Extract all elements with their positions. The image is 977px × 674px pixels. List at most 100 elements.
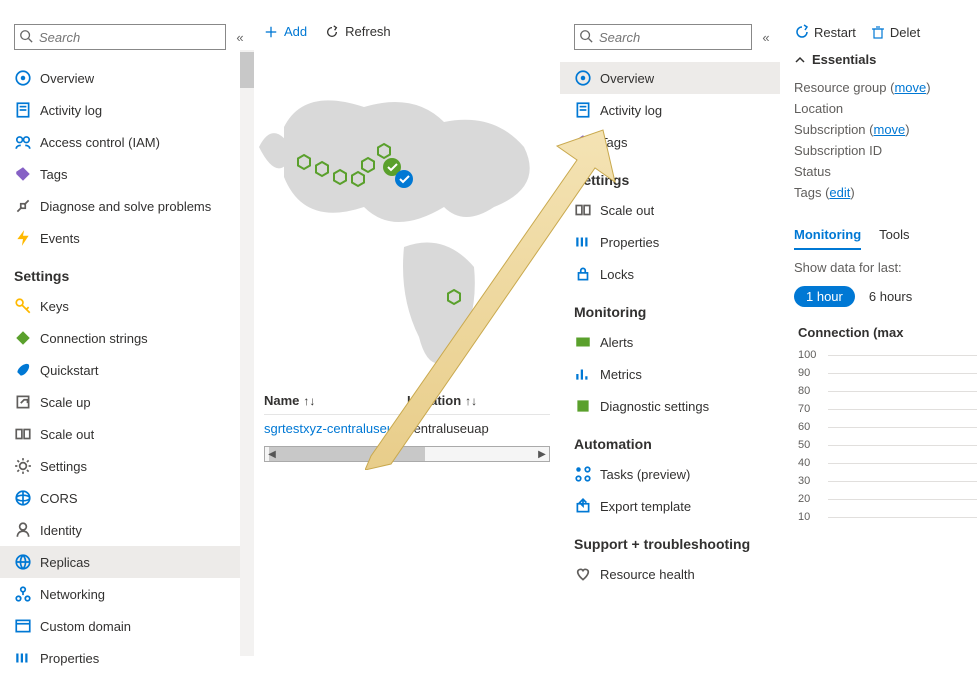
key-icon xyxy=(14,297,32,315)
essentials-row: Subscription (move) xyxy=(790,119,977,140)
y-tick-label: 10 xyxy=(798,511,810,523)
activity-icon xyxy=(14,101,32,119)
column-location[interactable]: Location↑↓ xyxy=(407,393,550,408)
properties-icon xyxy=(14,649,32,667)
sidebar-item-label: Diagnostic settings xyxy=(600,399,709,414)
time-range-option[interactable]: 1 hour xyxy=(794,286,855,307)
sidebar-item-activity[interactable]: Activity log xyxy=(0,94,254,126)
sidebar-item-events[interactable]: Events xyxy=(0,222,254,254)
location-cell: centraluseuap xyxy=(407,421,550,436)
time-range-option[interactable]: 6 hours xyxy=(869,289,912,304)
collapse-left-icon[interactable]: « xyxy=(756,30,776,45)
delete-button[interactable]: Delet xyxy=(870,24,920,40)
sidebar-item-label: Tags xyxy=(600,135,627,150)
sidebar-item-alerts[interactable]: Alerts xyxy=(560,326,780,358)
sidebar-item-diagnose[interactable]: Diagnose and solve problems xyxy=(0,190,254,222)
sidebar-item-overview[interactable]: Overview xyxy=(560,62,780,94)
sidebar-item-overview[interactable]: Overview xyxy=(0,62,254,94)
search-box[interactable] xyxy=(574,24,752,50)
tasks-icon xyxy=(574,465,592,483)
search-input[interactable] xyxy=(581,30,745,45)
sidebar-item-label: Overview xyxy=(40,71,94,86)
section-header: Support + troubleshooting xyxy=(560,522,780,558)
essentials-link[interactable]: move xyxy=(894,80,926,95)
trash-icon xyxy=(870,24,886,40)
sidebar-item-properties[interactable]: Properties xyxy=(560,226,780,258)
iam-icon xyxy=(14,133,32,151)
heart-icon xyxy=(574,565,592,583)
events-icon xyxy=(14,229,32,247)
column-name[interactable]: Name↑↓ xyxy=(264,393,407,408)
sidebar-item-tags[interactable]: Tags xyxy=(560,126,780,158)
sidebar-item-scaleout[interactable]: Scale out xyxy=(560,194,780,226)
section-header: Settings xyxy=(560,158,780,194)
sidebar-item-diagset[interactable]: Diagnostic settings xyxy=(560,390,780,422)
connection-chart: 100908070605040302010 xyxy=(790,350,977,550)
collapse-left-icon[interactable]: « xyxy=(230,30,250,45)
sidebar-item-quickstart[interactable]: Quickstart xyxy=(0,354,254,386)
essentials-link[interactable]: edit xyxy=(829,185,850,200)
search-input[interactable] xyxy=(21,30,219,45)
sidebar-item-label: Identity xyxy=(40,523,82,538)
sidebar-item-label: Settings xyxy=(40,459,87,474)
add-button[interactable]: Add xyxy=(264,24,307,39)
gridline xyxy=(828,391,977,392)
table-row[interactable]: sgrtestxyz-centraluseu…centraluseuap xyxy=(264,414,550,442)
search-box[interactable] xyxy=(14,24,226,50)
y-tick-label: 50 xyxy=(798,439,810,451)
sidebar-item-heart[interactable]: Resource health xyxy=(560,558,780,590)
sidebar-item-locks[interactable]: Locks xyxy=(560,258,780,290)
essentials-row: Location xyxy=(790,98,977,119)
replica-link[interactable]: sgrtestxyz-centraluseu… xyxy=(264,421,407,436)
sidebar-item-connstr[interactable]: Connection strings xyxy=(0,322,254,354)
sidebar-item-scaleout[interactable]: Scale out xyxy=(0,418,254,450)
sidebar-item-customdomain[interactable]: Custom domain xyxy=(0,610,254,642)
sidebar-item-metrics[interactable]: Metrics xyxy=(560,358,780,390)
section-header: Settings xyxy=(0,254,254,290)
scaleout-icon xyxy=(574,201,592,219)
sidebar-item-label: Scale out xyxy=(40,427,94,442)
settings-icon xyxy=(14,457,32,475)
search-icon xyxy=(19,29,33,43)
properties-icon xyxy=(574,233,592,251)
sidebar-item-label: Metrics xyxy=(600,367,642,382)
sidebar-item-label: Diagnose and solve problems xyxy=(40,199,211,214)
diagset-icon xyxy=(574,397,592,415)
sidebar-item-key[interactable]: Keys xyxy=(0,290,254,322)
essentials-row: Tags (edit) xyxy=(790,182,977,203)
essentials-row: Status xyxy=(790,161,977,182)
sidebar-item-tasks[interactable]: Tasks (preview) xyxy=(560,458,780,490)
essentials-link[interactable]: move xyxy=(873,122,905,137)
sidebar-item-cors[interactable]: CORS xyxy=(0,482,254,514)
sidebar-item-label: Scale out xyxy=(600,203,654,218)
sidebar-item-activity[interactable]: Activity log xyxy=(560,94,780,126)
restart-button[interactable]: Restart xyxy=(794,24,856,40)
y-tick-label: 60 xyxy=(798,421,810,433)
sidebar-item-properties[interactable]: Properties xyxy=(0,642,254,674)
sidebar-item-tags[interactable]: Tags xyxy=(0,158,254,190)
sidebar-item-label: Export template xyxy=(600,499,691,514)
sort-icon: ↑↓ xyxy=(303,394,315,408)
essentials-toggle[interactable]: Essentials xyxy=(790,48,977,77)
tab-monitoring[interactable]: Monitoring xyxy=(794,221,861,250)
sidebar-item-settings[interactable]: Settings xyxy=(0,450,254,482)
add-label: Add xyxy=(284,24,307,39)
sidebar-item-iam[interactable]: Access control (IAM) xyxy=(0,126,254,158)
locks-icon xyxy=(574,265,592,283)
sidebar-item-export[interactable]: Export template xyxy=(560,490,780,522)
sidebar-item-networking[interactable]: Networking xyxy=(0,578,254,610)
sidebar-item-replicas[interactable]: Replicas xyxy=(0,546,254,578)
y-tick-label: 90 xyxy=(798,367,810,379)
sidebar-item-identity[interactable]: Identity xyxy=(0,514,254,546)
refresh-button[interactable]: Refresh xyxy=(325,24,391,39)
sidebar-item-label: Tasks (preview) xyxy=(600,467,690,482)
sidebar-item-scaleup[interactable]: Scale up xyxy=(0,386,254,418)
refresh-icon xyxy=(325,25,339,39)
tab-tools[interactable]: Tools xyxy=(879,221,909,250)
sidebar-item-label: Properties xyxy=(600,235,659,250)
metrics-icon xyxy=(574,365,592,383)
horizontal-scrollbar[interactable]: ◀▶ xyxy=(264,446,550,462)
gridline xyxy=(828,373,977,374)
scaleout-icon xyxy=(14,425,32,443)
y-tick-label: 80 xyxy=(798,385,810,397)
